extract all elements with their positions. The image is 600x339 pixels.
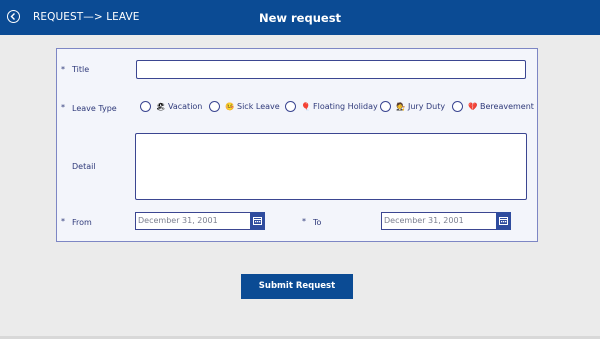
radio-circle[interactable] bbox=[209, 101, 220, 112]
detail-label: Detail bbox=[72, 162, 96, 171]
app-header: REQUEST—> LEAVE New request bbox=[0, 0, 600, 35]
calendar-icon bbox=[253, 217, 262, 225]
radio-label: Jury Duty bbox=[408, 102, 446, 111]
detail-textarea[interactable] bbox=[135, 133, 527, 200]
from-date-placeholder: December 31, 2001 bbox=[138, 216, 218, 225]
radio-label: Vacation bbox=[168, 102, 203, 111]
broken-heart-icon: 💔 bbox=[468, 102, 478, 111]
from-date-picker[interactable]: December 31, 2001 bbox=[135, 212, 265, 230]
title-input[interactable] bbox=[136, 60, 526, 79]
leave-type-label: Leave Type bbox=[72, 104, 117, 113]
from-required-mark: * bbox=[61, 217, 65, 226]
radio-circle[interactable] bbox=[380, 101, 391, 112]
calendar-icon bbox=[499, 217, 508, 225]
leave-type-required-mark: * bbox=[61, 103, 65, 112]
sick-face-icon: 🤒 bbox=[225, 102, 235, 111]
to-calendar-button[interactable] bbox=[496, 212, 511, 230]
beach-icon: 🏖 bbox=[156, 102, 166, 111]
to-date-placeholder: December 31, 2001 bbox=[384, 216, 464, 225]
to-required-mark: * bbox=[302, 217, 306, 226]
judge-icon: 🧑‍⚖️ bbox=[396, 102, 406, 111]
to-date-picker[interactable]: December 31, 2001 bbox=[381, 212, 511, 230]
radio-label: Sick Leave bbox=[237, 102, 280, 111]
from-calendar-button[interactable] bbox=[250, 212, 265, 230]
radio-circle[interactable] bbox=[140, 101, 151, 112]
radio-label: Bereavement bbox=[480, 102, 534, 111]
radio-label: Floating Holiday bbox=[313, 102, 378, 111]
balloon-icon: 🎈 bbox=[301, 102, 311, 111]
radio-circle[interactable] bbox=[285, 101, 296, 112]
to-label: To bbox=[313, 218, 322, 227]
radio-circle[interactable] bbox=[452, 101, 463, 112]
submit-request-button[interactable]: Submit Request bbox=[241, 274, 353, 299]
from-label: From bbox=[72, 218, 92, 227]
page-title: New request bbox=[258, 11, 342, 25]
title-required-mark: * bbox=[61, 65, 65, 74]
title-label: Title bbox=[72, 65, 90, 74]
